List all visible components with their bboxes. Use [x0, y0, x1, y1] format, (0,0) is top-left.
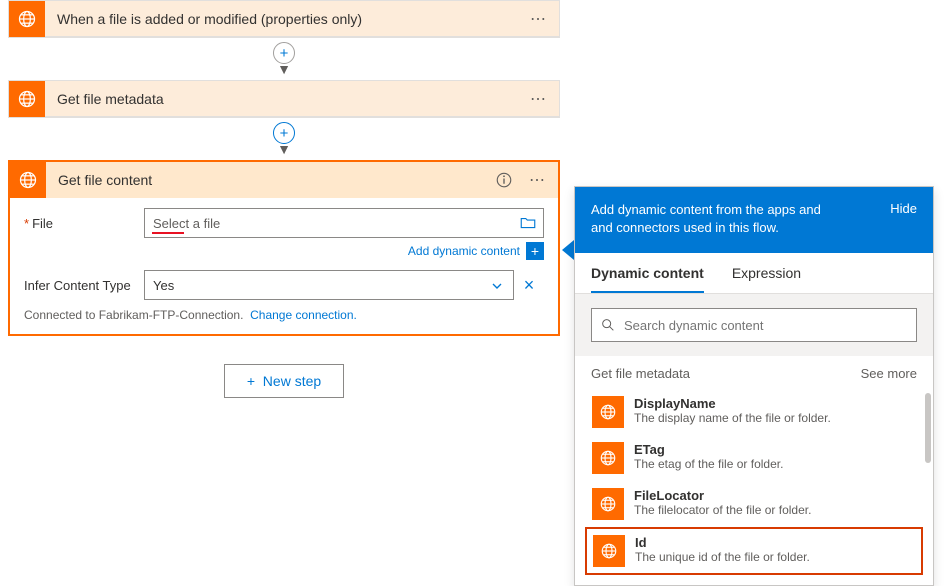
globe-icon: [9, 81, 45, 117]
scrollbar[interactable]: [925, 393, 931, 463]
search-input[interactable]: [624, 318, 908, 333]
search-icon: [600, 317, 616, 333]
arrow-down-icon: ▼: [277, 62, 291, 76]
list-item[interactable]: FileLocatorThe filelocator of the file o…: [585, 481, 923, 527]
step-card-metadata[interactable]: Get file metadata ⋯: [8, 80, 560, 118]
folder-picker-button[interactable]: [518, 213, 538, 233]
validation-underline: [152, 232, 184, 234]
step-menu-button[interactable]: ⋯: [518, 9, 559, 29]
connector: + ▼: [8, 122, 560, 156]
add-dynamic-content-link[interactable]: Add dynamic content: [408, 244, 520, 258]
connector: + ▼: [8, 42, 560, 76]
globe-icon: [592, 488, 624, 520]
dynamic-content-panel: Add dynamic content from the apps and an…: [574, 186, 934, 586]
globe-icon: [10, 162, 46, 198]
see-more-link[interactable]: See more: [861, 366, 917, 381]
step-menu-button[interactable]: ⋯: [517, 170, 558, 190]
new-step-button[interactable]: + New step: [224, 364, 344, 398]
dynamic-items-list: DisplayNameThe display name of the file …: [575, 389, 933, 585]
list-item[interactable]: DisplayNameThe display name of the file …: [585, 389, 923, 435]
info-icon[interactable]: [495, 171, 517, 189]
flyout-arrow: [562, 240, 574, 260]
globe-icon: [592, 442, 624, 474]
file-input[interactable]: [144, 208, 544, 238]
step-title: Get file content: [46, 172, 495, 188]
section-title: Get file metadata: [591, 366, 690, 381]
step-title: Get file metadata: [45, 91, 518, 107]
list-item-id[interactable]: IdThe unique id of the file or folder.: [585, 527, 923, 575]
panel-description: Add dynamic content from the apps and an…: [591, 201, 878, 237]
step-title: When a file is added or modified (proper…: [45, 11, 518, 27]
search-box[interactable]: [591, 308, 917, 342]
infer-content-type-select[interactable]: Yes: [144, 270, 514, 300]
tab-dynamic-content[interactable]: Dynamic content: [591, 253, 704, 293]
clear-field-button[interactable]: ×: [514, 275, 544, 296]
tab-expression[interactable]: Expression: [732, 253, 801, 293]
step-card-trigger[interactable]: When a file is added or modified (proper…: [8, 0, 560, 38]
file-label: *File: [24, 216, 144, 231]
globe-icon: [593, 535, 625, 567]
step-card-get-file-content: Get file content ⋯ *File Add dynamic con…: [8, 160, 560, 336]
infer-label: Infer Content Type: [24, 278, 144, 293]
change-connection-link[interactable]: Change connection.: [250, 308, 357, 322]
step-menu-button[interactable]: ⋯: [518, 89, 559, 109]
chevron-down-icon: [489, 278, 505, 297]
globe-icon: [9, 1, 45, 37]
globe-icon: [592, 396, 624, 428]
connection-info: Connected to Fabrikam-FTP-Connection. Ch…: [24, 308, 544, 322]
list-item[interactable]: ETagThe etag of the file or folder.: [585, 435, 923, 481]
arrow-down-icon: ▼: [277, 142, 291, 156]
hide-panel-button[interactable]: Hide: [890, 201, 917, 237]
add-dynamic-content-plus[interactable]: +: [526, 242, 544, 260]
